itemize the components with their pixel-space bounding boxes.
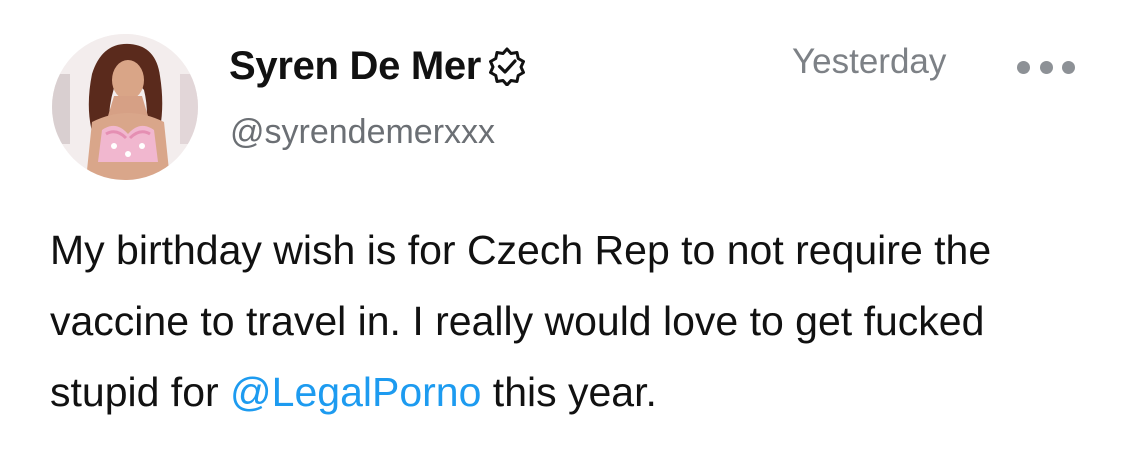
author-display-name[interactable]: Syren De Mer [229,44,481,89]
author-name-row: Syren De Mer [229,38,527,94]
more-dot [1062,60,1075,74]
verified-badge-icon [489,47,526,86]
more-options-icon[interactable] [1017,52,1075,82]
avatar-image [52,34,198,180]
post-card: Syren De Mer @syrendemerxxx Yesterday My… [0,0,1125,451]
avatar[interactable] [52,34,198,180]
more-dot [1039,60,1053,74]
author-handle[interactable]: @syrendemerxxx [230,113,495,152]
post-timestamp[interactable]: Yesterday [792,42,946,82]
more-dot [1017,60,1030,74]
post-text-after: this year. [481,369,657,415]
post-body: My birthday wish is for Czech Rep to not… [50,215,1100,428]
mention-link[interactable]: @LegalPorno [230,369,481,415]
